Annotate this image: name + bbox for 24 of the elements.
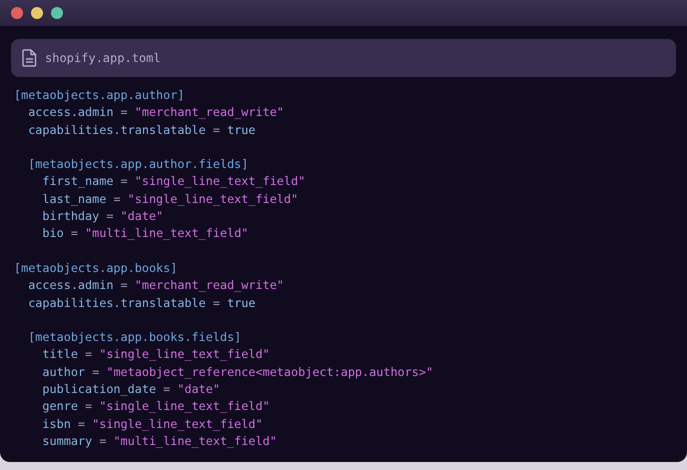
code-line: isbn = "single_line_text_field" (41, 416, 263, 433)
code-line: publication_date = "date" (41, 381, 220, 398)
code-line: summary = "multi_line_text_field" (41, 432, 277, 450)
table-header: [metaobjects.app.books] (14, 260, 178, 277)
table-header: [metaobjects.app.author.fields] (27, 156, 248, 174)
code-line: capabilities.translatable = true (27, 122, 256, 139)
file-name: shopify.app.toml (45, 51, 161, 65)
code-line: bio = "multi_line_text_field" (41, 225, 248, 242)
code-line: capabilities.translatable = true (27, 294, 256, 312)
window-button[interactable] (51, 7, 63, 19)
table-header: [metaobjects.app.books.fields] (27, 329, 242, 346)
code-line: birthday = "date" (41, 208, 164, 226)
file-tab[interactable]: shopify.app.toml (11, 39, 676, 77)
code-line: genre = "single_line_text_field" (41, 398, 270, 416)
code-line: author = "metaobject_reference<metaobject:app.authors>" (41, 364, 434, 381)
code-line: access.admin = "merchant_read_write" (27, 104, 284, 122)
code-line: first_name = "single_line_text_field" (41, 173, 306, 190)
code-line: access.admin = "merchant_read_write" (27, 277, 284, 294)
code-line: title = "single_line_text_field" (41, 346, 270, 364)
window-button[interactable] (11, 7, 23, 19)
table-header: [metaobjects.app.author] (14, 87, 184, 104)
window-button[interactable] (31, 7, 43, 19)
code-line: last_name = "single_line_text_field" (41, 190, 298, 208)
file-icon (22, 49, 37, 67)
